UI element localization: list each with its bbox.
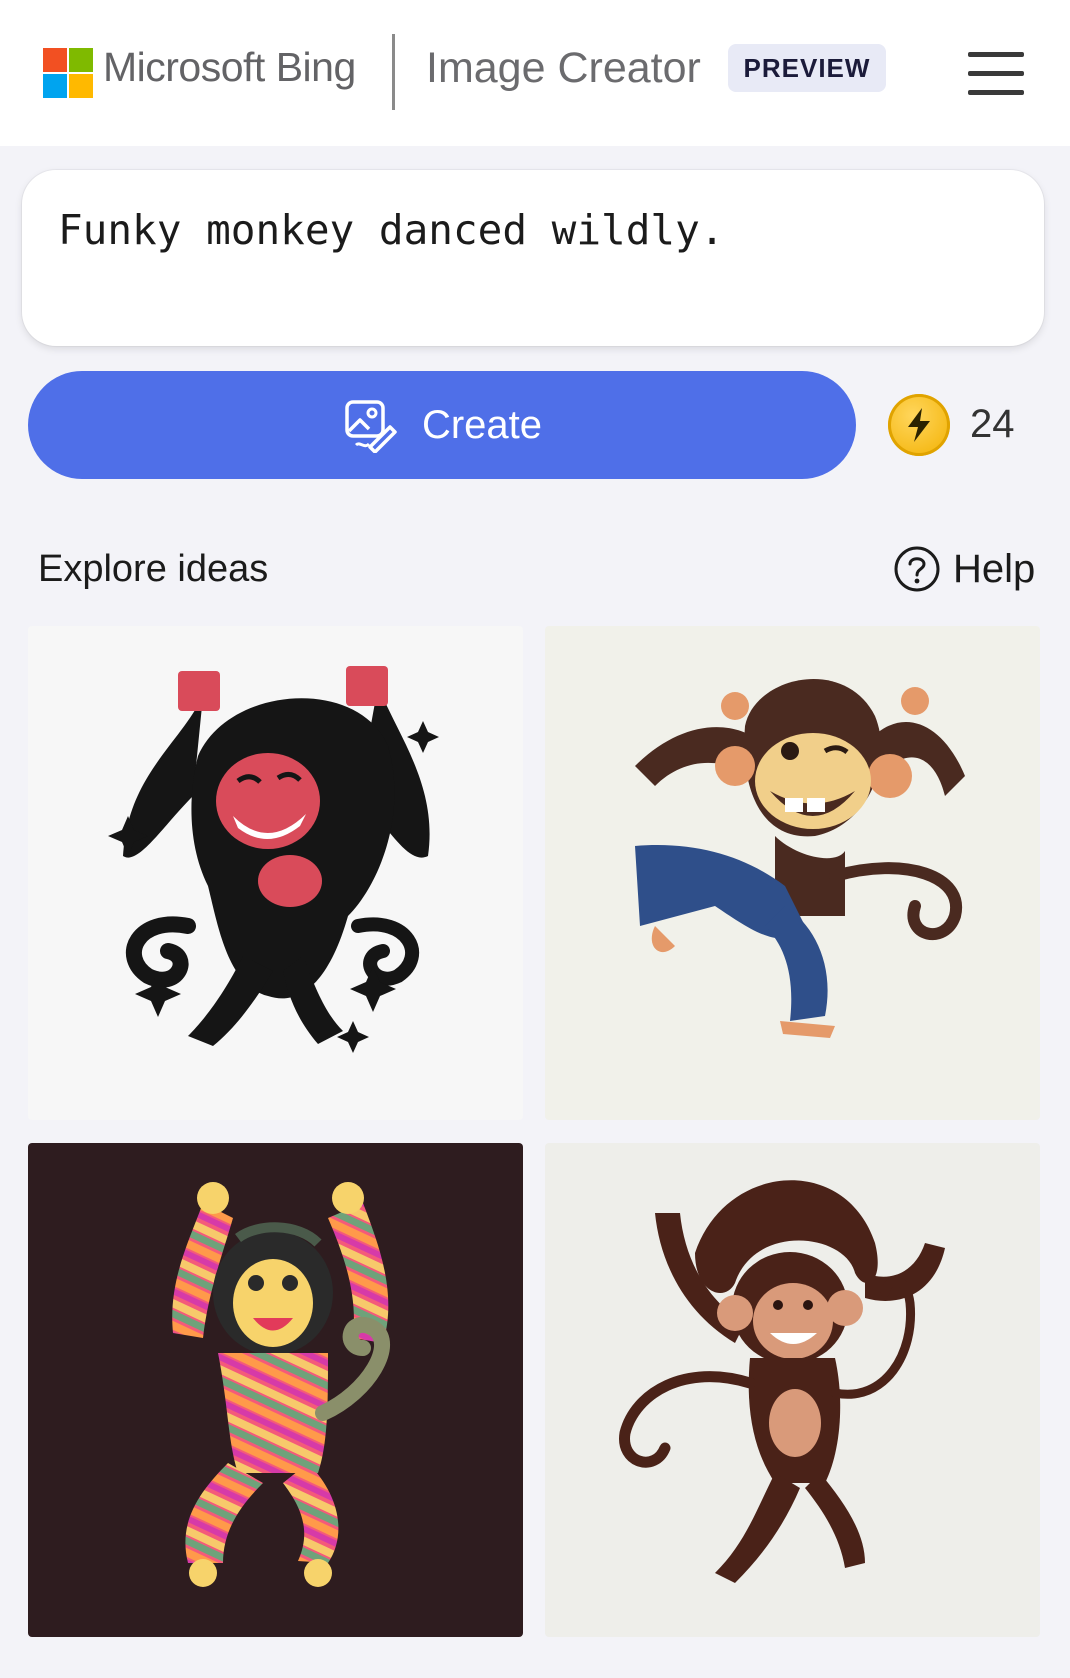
create-button[interactable]: Create bbox=[28, 371, 856, 479]
create-label: Create bbox=[421, 402, 543, 447]
header-divider bbox=[392, 34, 395, 110]
preview-badge: PREVIEW bbox=[728, 44, 886, 92]
jeans-monkey-illustration bbox=[635, 678, 965, 1038]
image-create-icon bbox=[345, 400, 397, 453]
black-monkey-illustration bbox=[108, 666, 439, 1053]
prompt-text[interactable]: Funky monkey danced wildly. bbox=[58, 206, 724, 254]
striped-monkey-illustration bbox=[172, 1182, 391, 1587]
microsoft-logo-icon[interactable] bbox=[43, 48, 93, 98]
idea-image-2[interactable] bbox=[545, 626, 1040, 1120]
idea-image-1[interactable] bbox=[28, 626, 523, 1120]
lightning-coin-icon[interactable] bbox=[888, 394, 950, 456]
help-label: Help bbox=[953, 546, 1036, 591]
hamburger-menu-icon[interactable] bbox=[968, 52, 1024, 96]
boost-count: 24 bbox=[970, 402, 1015, 446]
product-title[interactable]: Image Creator bbox=[426, 44, 701, 93]
idea-image-4[interactable] bbox=[545, 1143, 1040, 1637]
top-bar: Microsoft Bing Image Creator PREVIEW bbox=[0, 0, 1070, 146]
idea-image-3[interactable] bbox=[28, 1143, 523, 1637]
brand-name[interactable]: Microsoft Bing bbox=[103, 44, 356, 91]
brown-monkey-illustration bbox=[619, 1180, 945, 1583]
explore-ideas-heading: Explore ideas bbox=[38, 548, 269, 590]
help-link[interactable]: Help bbox=[893, 542, 1035, 596]
prompt-input[interactable]: Funky monkey danced wildly. bbox=[22, 170, 1044, 346]
lightning-icon bbox=[908, 408, 930, 442]
question-circle-icon bbox=[894, 546, 940, 592]
